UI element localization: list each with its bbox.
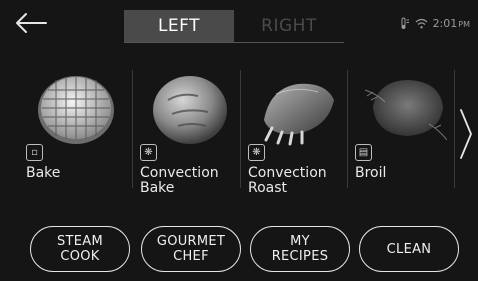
chevron-right-icon[interactable]: [458, 108, 474, 160]
mode-divider: [240, 70, 241, 188]
bread-image: [153, 76, 227, 144]
status-area: 2:01PM: [400, 17, 470, 30]
my-recipes-button[interactable]: MY RECIPES: [250, 226, 350, 272]
wifi-icon: [415, 18, 427, 29]
roast-image: [264, 83, 334, 146]
gourmet-chef-button[interactable]: GOURMET CHEF: [141, 226, 241, 272]
fan-icon: ❋: [140, 144, 157, 161]
clock-time: 2:01: [432, 17, 458, 30]
cook-mode-carousel: ▫ Bake ❋ Convection Bake ❋ Convection Ro…: [26, 68, 458, 198]
bottom-actions: STEAM COOK GOURMET CHEF MY RECIPES CLEAN: [0, 226, 478, 276]
broil-icon: ▤: [355, 144, 372, 161]
mode-divider: [132, 70, 133, 188]
top-bar: LEFT RIGHT 2:01PM: [0, 0, 478, 44]
tab-right-oven[interactable]: RIGHT: [234, 10, 344, 42]
bake-mode-icon: ▫: [26, 144, 43, 161]
probe-thermometer-icon: [401, 17, 409, 29]
clock-ampm: PM: [458, 20, 470, 29]
mode-convection-bake[interactable]: ❋ Convection Bake: [140, 68, 247, 198]
tab-divider: [124, 42, 344, 43]
back-arrow-icon[interactable]: [14, 12, 48, 34]
mode-bake[interactable]: ▫ Bake: [26, 68, 133, 198]
mode-divider: [347, 70, 348, 188]
mode-convection-roast[interactable]: ❋ Convection Roast: [248, 68, 355, 198]
steam-cook-button[interactable]: STEAM COOK: [30, 226, 130, 272]
mode-bake-label: Bake: [26, 165, 61, 181]
mode-broil[interactable]: ▤ Broil: [355, 68, 462, 198]
steak-image: [364, 80, 447, 141]
mode-divider: [454, 70, 455, 188]
tab-left-oven[interactable]: LEFT: [124, 10, 234, 42]
mode-convection-bake-label: Convection Bake: [140, 165, 219, 196]
oven-control-screen: LEFT RIGHT 2:01PM ▫ Bake ❋ Convection Ba…: [0, 0, 478, 281]
clock: 2:01PM: [433, 17, 470, 30]
fan-roast-icon: ❋: [248, 144, 265, 161]
mode-convection-roast-label: Convection Roast: [248, 165, 327, 196]
pie-image: [38, 76, 114, 144]
clean-button[interactable]: CLEAN: [359, 226, 459, 272]
mode-broil-label: Broil: [355, 165, 387, 181]
